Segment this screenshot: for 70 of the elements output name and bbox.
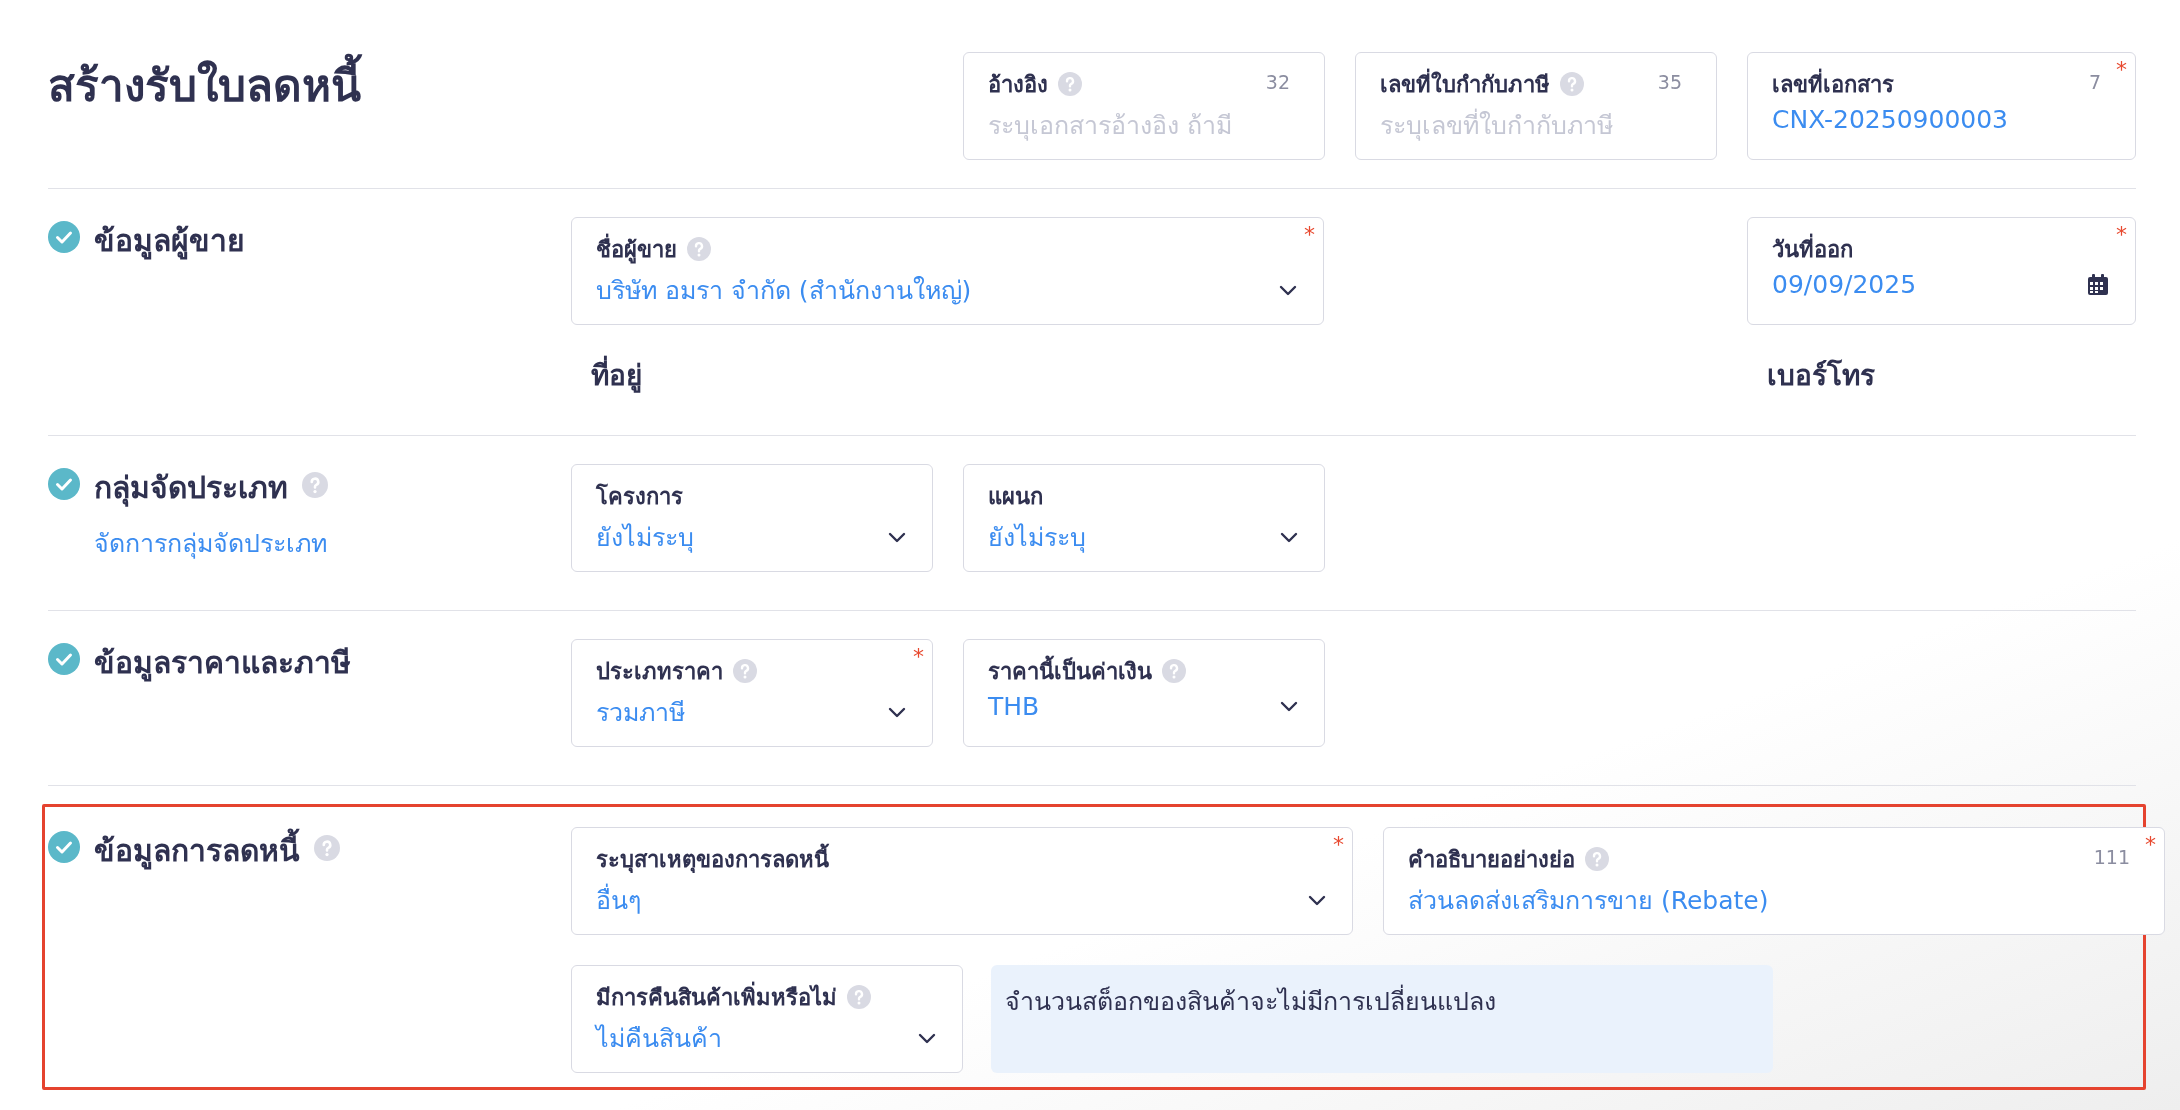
required-mark: * — [2116, 222, 2127, 247]
chevron-down-icon — [1308, 894, 1326, 906]
field-label: อ้างอิง — [988, 70, 1048, 99]
dropdown-field[interactable]: ระบุสาเหตุของการลดหนี้ * อื่นๆ — [571, 827, 1353, 935]
field-label: คำอธิบายอย่างย่อ — [1408, 845, 1575, 874]
dropdown-field[interactable]: ชื่อผู้ขาย * บริษัท อมรา จำกัด (สำนักงานใหญ่) — [571, 217, 1324, 325]
chevron-down-icon — [1280, 531, 1298, 543]
dropdown-field[interactable]: ประเภทราคา * รวมภาษี — [571, 639, 933, 747]
field-value: CNX-20250900003 — [1772, 105, 2009, 134]
help-icon[interactable] — [1585, 847, 1609, 871]
field-value: รวมภาษี — [596, 697, 685, 729]
field-label: มีการคืนสินค้าเพิ่มหรือไม่ — [596, 979, 837, 1015]
field-value: ไม่คืนสินค้า — [596, 1023, 722, 1055]
field-value: ยังไม่ระบุ — [596, 522, 694, 555]
dropdown-field[interactable]: มีการคืนสินค้าเพิ่มหรือไม่ ไม่คืนสินค้า — [571, 965, 963, 1073]
dropdown-field[interactable]: แผนก ยังไม่ระบุ — [963, 464, 1325, 572]
field-label: ระบุสาเหตุของการลดหนี้ — [596, 841, 829, 877]
field-label: วันที่ออก — [1772, 231, 1853, 267]
character-counter: 111 — [2093, 846, 2130, 868]
field-value: ยังไม่ระบุ — [988, 522, 1086, 555]
help-icon[interactable] — [847, 985, 871, 1009]
dropdown-field[interactable]: โครงการ ยังไม่ระบุ — [571, 464, 933, 572]
help-icon[interactable] — [733, 659, 757, 683]
section-title: ข้อมูลราคาและภาษี — [94, 644, 351, 684]
input-field[interactable]: เลขที่ใบกำกับภาษี 35 ระบุเลขที่ใบกำกับภาษี — [1355, 52, 1717, 160]
field-label: แผนก — [988, 482, 1043, 511]
help-icon[interactable] — [1162, 659, 1186, 683]
field-value: ส่วนลดส่งเสริมการขาย (Rebate) — [1408, 885, 1769, 917]
help-icon[interactable] — [687, 237, 711, 261]
required-mark: * — [2145, 832, 2156, 857]
field-value: THB — [988, 692, 1040, 721]
field-value: 09/09/2025 — [1772, 270, 1917, 299]
input-field[interactable]: เลขที่เอกสาร 7 * CNX-20250900003 — [1747, 52, 2136, 160]
character-counter: 35 — [1657, 71, 1682, 93]
input-field[interactable]: คำอธิบายอย่างย่อ 111 * ส่วนลดส่งเสริมการขาย (Rebate) — [1383, 827, 2165, 935]
section-title: ข้อมูลผู้ขาย — [94, 222, 245, 262]
help-icon[interactable] — [1058, 72, 1082, 96]
dropdown-field[interactable]: ราคานี้เป็นค่าเงิน THB — [963, 639, 1325, 747]
required-mark: * — [913, 644, 924, 669]
field-label: ประเภทราคา — [596, 657, 723, 686]
field-label: เลขที่ใบกำกับภาษี — [1380, 66, 1550, 102]
field-placeholder: ระบุเอกสารอ้างอิง ถ้ามี — [988, 110, 1232, 143]
chevron-down-icon — [888, 531, 906, 543]
field-caption: เบอร์โทร — [1766, 359, 1875, 392]
required-mark: * — [1333, 832, 1344, 857]
character-counter: 7 — [2088, 71, 2101, 93]
field-label: ชื่อผู้ขาย — [596, 231, 677, 267]
field-label: โครงการ — [596, 482, 683, 511]
calendar-icon[interactable] — [2087, 273, 2109, 296]
date-field[interactable]: วันที่ออก * 09/09/2025 — [1747, 217, 2136, 325]
field-value: อื่นๆ — [596, 880, 641, 920]
help-icon[interactable] — [314, 835, 340, 861]
field-label: ราคานี้เป็นค่าเงิน — [988, 653, 1152, 689]
info-note: จำนวนสต็อกของสินค้าจะไม่มีการเปลี่ยนแปลง — [991, 965, 1773, 1073]
required-mark: * — [1304, 222, 1315, 247]
chevron-down-icon — [918, 1032, 936, 1044]
chevron-down-icon — [1280, 701, 1298, 712]
chevron-down-icon — [888, 706, 906, 718]
required-mark: * — [2116, 57, 2127, 82]
field-placeholder: ระบุเลขที่ใบกำกับภาษี — [1380, 105, 1613, 145]
chevron-down-icon — [1279, 284, 1297, 296]
section-title: กลุ่มจัดประเภท — [94, 469, 288, 509]
field-value: บริษัท อมรา จำกัด (สำนักงานใหญ่) — [596, 275, 972, 307]
page-title: สร้างรับใบลดหนี้ — [48, 50, 963, 120]
section-title: ข้อมูลการลดหนี้ — [94, 827, 300, 874]
input-field[interactable]: อ้างอิง 32 ระบุเอกสารอ้างอิง ถ้ามี — [963, 52, 1325, 160]
character-counter: 32 — [1265, 71, 1290, 93]
field-label: เลขที่เอกสาร — [1772, 66, 1894, 102]
help-icon[interactable] — [302, 472, 328, 498]
help-icon[interactable] — [1560, 72, 1584, 96]
